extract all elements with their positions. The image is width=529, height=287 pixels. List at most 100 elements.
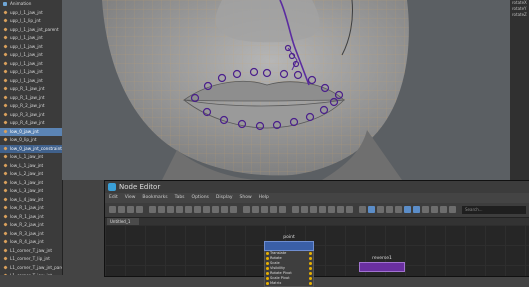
reverse-node[interactable]: reverse1 xyxy=(359,256,405,272)
outliner-item[interactable]: low_0_jaw_jnt xyxy=(0,127,62,136)
node-graph-canvas[interactable]: point Translate Rotate Scale Visibility Rota… xyxy=(105,225,529,287)
outliner-item[interactable]: upp_R_1_jaw_jnt xyxy=(0,85,62,94)
toolbar-button-icon[interactable] xyxy=(328,206,335,213)
outliner-item[interactable]: low_R_4_jaw_jnt xyxy=(0,238,62,247)
menu-tabs[interactable]: Tabs xyxy=(175,193,185,203)
toolbar-button-icon[interactable] xyxy=(431,206,438,213)
outliner-item-label: upp_l_1_jaw_jnt_parent xyxy=(10,26,59,32)
menu-show[interactable]: Show xyxy=(240,193,252,203)
node-attribute-row[interactable]: Matrix xyxy=(265,281,313,286)
outliner-item[interactable]: upp_l_1_lip_jnt xyxy=(0,17,62,26)
toolbar-button-icon[interactable] xyxy=(279,206,286,213)
toolbar-button-icon[interactable] xyxy=(377,206,384,213)
outliner-item-label: low_0_lip_jnt xyxy=(10,137,37,142)
outliner-item[interactable]: low_R_3_jaw_jnt xyxy=(0,230,62,239)
toolbar-button-icon[interactable] xyxy=(221,206,228,213)
toolbar-button-icon[interactable] xyxy=(319,206,326,213)
outliner-item[interactable]: Animation xyxy=(0,0,62,9)
outliner-item[interactable]: upp_R_2_jaw_jnt xyxy=(0,102,62,111)
outliner-item[interactable]: L1_corner_T_jaw_jnt_parent xyxy=(0,264,62,273)
node-header[interactable] xyxy=(359,262,405,272)
outliner-item-label: L1_corner_T_jaw_jnt_parent xyxy=(10,264,63,270)
outliner-item[interactable]: upp_R_4_jaw_jnt xyxy=(0,119,62,128)
menu-display[interactable]: Display xyxy=(216,193,233,203)
toolbar-button-icon[interactable] xyxy=(449,206,456,213)
search-input[interactable]: Search... xyxy=(462,206,526,214)
outliner-item[interactable]: upp_R_1_jaw_jnt xyxy=(0,94,62,103)
toolbar-button-icon[interactable] xyxy=(243,206,250,213)
joint-icon xyxy=(3,69,8,74)
node-editor-window: Node Editor Edit View Bookmarks Tabs Opt… xyxy=(104,180,529,287)
toolbar-button-icon[interactable] xyxy=(158,206,165,213)
toolbar-button-icon[interactable] xyxy=(118,206,125,213)
toolbar-button-icon[interactable] xyxy=(176,206,183,213)
toolbar-button-icon[interactable] xyxy=(395,206,402,213)
outliner-item[interactable]: upp_l_1_jaw_jnt xyxy=(0,43,62,52)
outliner-item[interactable]: low_L_3_jaw_jnt xyxy=(0,187,62,196)
outliner-item-label: low_R_1_jaw_jnt xyxy=(10,205,44,210)
menu-edit[interactable]: Edit xyxy=(109,193,118,203)
toolbar-button-icon[interactable] xyxy=(368,206,375,213)
outliner-item[interactable]: low_R_1_jaw_jnt xyxy=(0,213,62,222)
joint-icon xyxy=(3,35,8,40)
toolbar-button-icon[interactable] xyxy=(149,206,156,213)
toolbar-button-icon[interactable] xyxy=(440,206,447,213)
node-header[interactable] xyxy=(264,241,314,251)
toolbar-button-icon[interactable] xyxy=(404,206,411,213)
menu-help[interactable]: Help xyxy=(259,193,269,203)
outliner-item[interactable]: upp_l_1_jaw_jnt_parent xyxy=(0,26,62,35)
outliner-item[interactable]: low_R_1_jaw_jnt xyxy=(0,204,62,213)
toolbar-button-icon[interactable] xyxy=(185,206,192,213)
3d-viewport[interactable] xyxy=(62,0,510,180)
menu-bookmarks[interactable]: Bookmarks xyxy=(142,193,167,203)
outliner-item-label: upp_l_1_jaw_jnt xyxy=(10,52,43,57)
toolbar-button-icon[interactable] xyxy=(292,206,299,213)
toolbar-button-icon[interactable] xyxy=(413,206,420,213)
outliner-item[interactable]: low_L_2_jaw_jnt xyxy=(0,170,62,179)
toolbar-button-icon[interactable] xyxy=(252,206,259,213)
toolbar-button-icon[interactable] xyxy=(337,206,344,213)
outliner-item-label: low_R_3_jaw_jnt xyxy=(10,230,44,236)
outliner-item[interactable]: upp_l_1_jaw_jnt xyxy=(0,60,62,69)
outliner-item[interactable]: upp_l_1_jaw_jnt xyxy=(0,9,62,18)
outliner-item[interactable]: low_R_2_jaw_jnt xyxy=(0,221,62,230)
toolbar-button-icon[interactable] xyxy=(386,206,393,213)
toolbar-button-icon[interactable] xyxy=(109,206,116,213)
toolbar-button-icon[interactable] xyxy=(346,206,353,213)
point-node[interactable]: point Translate Rotate Scale Visibility Rota… xyxy=(264,235,314,287)
toolbar-button-icon[interactable] xyxy=(270,206,277,213)
outliner-item[interactable]: low_L_1_jaw_jnt xyxy=(0,153,62,162)
toolbar-button-icon[interactable] xyxy=(422,206,429,213)
joint-icon xyxy=(3,230,8,236)
toolbar-button-icon[interactable] xyxy=(167,206,174,213)
joint-icon xyxy=(3,188,8,193)
toolbar-button-icon[interactable] xyxy=(127,206,134,213)
outliner-item[interactable]: low_L_4_jaw_jnt xyxy=(0,196,62,205)
outliner-item[interactable]: upp_l_1_jaw_jnt xyxy=(0,77,62,86)
toolbar-button-icon[interactable] xyxy=(230,206,237,213)
toolbar-button-icon[interactable] xyxy=(359,206,366,213)
outliner-item[interactable]: upp_l_1_jaw_jnt xyxy=(0,34,62,43)
toolbar-button-icon[interactable] xyxy=(136,206,143,213)
outliner-item[interactable]: L1_corner_T_jaw_jnt xyxy=(0,247,62,256)
toolbar-button-icon[interactable] xyxy=(212,206,219,213)
menu-view[interactable]: View xyxy=(125,193,136,203)
joint-icon xyxy=(3,162,8,168)
outliner-item-label: upp_l_1_jaw_jnt xyxy=(10,60,43,66)
outliner-item[interactable]: upp_l_1_jaw_jnt xyxy=(0,68,62,77)
outliner-item[interactable]: upp_l_1_jaw_jnt xyxy=(0,51,62,60)
outliner-item[interactable]: low_0_lip_jnt xyxy=(0,136,62,145)
outliner-item[interactable]: low_L_1_jaw_jnt xyxy=(0,162,62,171)
toolbar-button-icon[interactable] xyxy=(203,206,210,213)
outliner-item[interactable]: low_L_3_jaw_jnt xyxy=(0,179,62,188)
toolbar-button-icon[interactable] xyxy=(301,206,308,213)
outliner-item[interactable]: low_0_jaw_jnt_constraint xyxy=(0,144,62,153)
toolbar-button-icon[interactable] xyxy=(310,206,317,213)
node-editor-titlebar[interactable]: Node Editor xyxy=(105,181,529,193)
outliner-item[interactable]: upp_R_3_jaw_jnt xyxy=(0,111,62,120)
outliner-item-label: low_0_jaw_jnt xyxy=(10,128,39,134)
toolbar-button-icon[interactable] xyxy=(261,206,268,213)
menu-options[interactable]: Options xyxy=(192,193,209,203)
toolbar-button-icon[interactable] xyxy=(194,206,201,213)
outliner-item[interactable]: L1_corner_T_lip_jnt xyxy=(0,255,62,264)
